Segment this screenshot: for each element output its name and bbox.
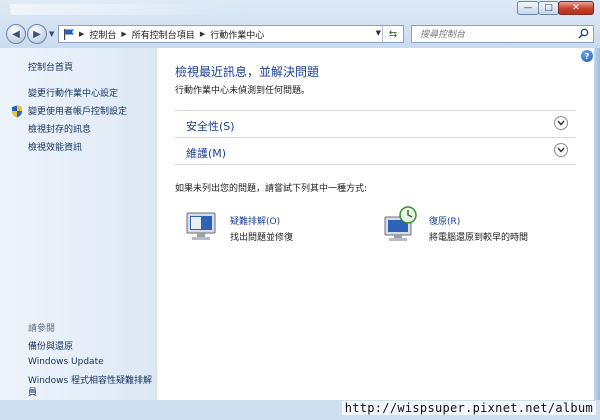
breadcrumb-item[interactable]: 所有控制台項目 [132,28,195,41]
expand-security-button[interactable] [554,116,568,130]
troubleshooting-description: 找出問題並修復 [230,233,294,243]
search-input[interactable] [418,27,572,43]
section-maintenance[interactable]: 維護(M) [175,137,576,165]
title-bar: — □ ✕ [0,0,600,20]
window-title [10,4,245,15]
sidebar-item-change-uac-settings[interactable]: 變更使用者帳戶控制設定 [28,104,127,117]
breadcrumb-item[interactable]: 行動作業中心 [210,28,264,41]
section-security[interactable]: 安全性(S) [175,110,576,137]
see-also-heading: 請參閱 [28,324,56,334]
sidebar-item-control-panel-home[interactable]: 控制台首頁 [28,60,73,73]
sidebar-item-change-action-center-settings[interactable]: 變更行動作業中心設定 [28,86,118,99]
sidebar: 控制台首頁 變更行動作業中心設定 變更使用者帳戶控制設定 檢視封存的訊息 檢視效… [0,48,157,400]
address-bar[interactable]: ▶ 控制台 ▶ 所有控制台項目 ▶ 行動作業中心 ▼ ⇆ [58,25,404,43]
window-frame-bottom: http://wispsuper.pixnet.net/album [0,400,600,420]
main-panel: ? 檢視最近訊息，並解決問題 行動作業中心未偵測到任何問題。 安全性(S) 維護… [157,48,594,400]
close-button[interactable]: ✕ [558,1,594,15]
alternatives-prompt: 如果未列出您的問題，請嘗試下列其中一種方式: [175,184,368,194]
address-history-dropdown[interactable]: ▼ [376,29,381,37]
arrow-right-icon: ▶ [33,28,41,40]
troubleshooting-link[interactable]: 疑難排解(O) [230,214,280,227]
window: — □ ✕ ◀ ▶ ▼ ▶ 控制台 ▶ 所有控制台項目 ▶ 行動作業中心 ▼ ⇆… [0,0,600,420]
recovery-icon[interactable] [383,205,419,243]
sidebar-item-view-performance-info[interactable]: 檢視效能資訊 [28,140,82,153]
breadcrumb-arrow-icon: ▶ [199,30,206,38]
back-button[interactable]: ◀ [6,24,26,44]
see-also-compatibility-troubleshooter[interactable]: Windows 程式相容性疑難排解員 [28,375,153,399]
chevron-down-icon [557,147,565,153]
status-message: 行動作業中心未偵測到任何問題。 [175,86,311,96]
see-also-backup-restore[interactable]: 備份與還原 [28,339,73,352]
window-frame-right [594,48,600,400]
refresh-icon: ⇆ [388,28,398,40]
arrow-left-icon: ◀ [12,28,20,40]
forward-button[interactable]: ▶ [27,24,47,44]
action-center-flag-icon [64,28,74,40]
section-maintenance-label[interactable]: 維護(M) [186,145,226,161]
expand-maintenance-button[interactable] [554,143,568,157]
minimize-button[interactable]: — [517,1,539,15]
see-also-windows-update[interactable]: Windows Update [28,357,104,367]
sidebar-item-view-archived-messages[interactable]: 檢視封存的訊息 [28,122,91,135]
content-area: 控制台首頁 變更行動作業中心設定 變更使用者帳戶控制設定 檢視封存的訊息 檢視效… [0,48,594,400]
breadcrumb-item[interactable]: 控制台 [89,28,116,41]
help-icon[interactable]: ? [581,50,593,62]
troubleshooting-icon[interactable] [185,211,219,243]
recovery-description: 將電腦還原到較早的時間 [429,233,529,243]
breadcrumb-arrow-icon: ▶ [121,30,127,38]
search-icon[interactable] [578,28,589,39]
section-security-label[interactable]: 安全性(S) [186,118,235,134]
recovery-link[interactable]: 復原(R) [429,214,460,227]
chevron-down-icon [557,120,565,126]
watermark-text: http://wispsuper.pixnet.net/album [341,401,596,415]
navigation-bar: ◀ ▶ ▼ ▶ 控制台 ▶ 所有控制台項目 ▶ 行動作業中心 ▼ ⇆ 搜尋控制台 [0,21,600,47]
page-title: 檢視最近訊息，並解決問題 [175,65,320,79]
refresh-button[interactable]: ⇆ [382,26,403,42]
breadcrumb-arrow-icon: ▶ [79,30,85,38]
maximize-button[interactable]: □ [538,1,559,15]
search-box[interactable] [411,25,594,43]
recent-pages-dropdown[interactable]: ▼ [49,30,54,38]
uac-shield-icon [12,105,22,118]
